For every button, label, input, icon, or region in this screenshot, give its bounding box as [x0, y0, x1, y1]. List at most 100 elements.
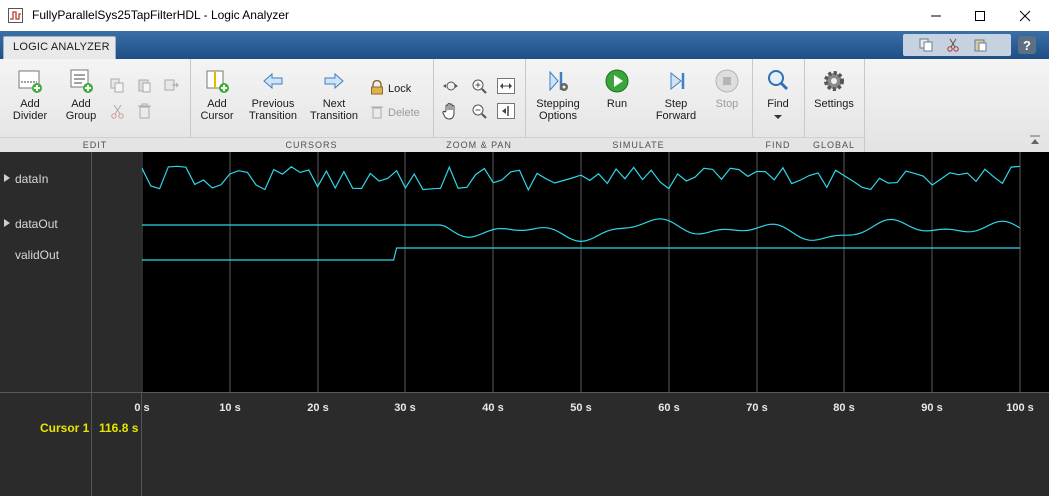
- stepping-options-label: Stepping Options: [536, 98, 580, 122]
- zoom-to-cursor-icon[interactable]: [497, 103, 515, 119]
- add-divider-button[interactable]: Add Divider: [6, 68, 54, 122]
- find-label: Find: [767, 98, 789, 110]
- zoom-extents-icon[interactable]: [442, 79, 459, 94]
- zoom-in-icon[interactable]: [471, 78, 487, 94]
- simulate-section: Stepping Options Run Step Forward Stop S…: [525, 59, 753, 152]
- settings-label: Settings: [814, 98, 854, 110]
- maximize-button[interactable]: [957, 0, 1003, 31]
- quick-access-toolbar: ?: [903, 34, 1037, 56]
- find-button[interactable]: Find: [756, 68, 800, 124]
- time-tick-label: 20 s: [307, 402, 329, 414]
- add-divider-icon: [18, 70, 42, 93]
- paste-icon[interactable]: [137, 78, 152, 93]
- stop-label: Stop: [715, 98, 739, 110]
- chevron-down-icon: [774, 115, 782, 119]
- edit-section-label: EDIT: [0, 137, 190, 152]
- minimize-icon: [931, 15, 941, 16]
- pan-hand-icon[interactable]: [442, 102, 458, 120]
- time-tick-label: 90 s: [921, 402, 943, 414]
- signal-row-dataout[interactable]: dataOut: [4, 217, 58, 231]
- cursor-1-label[interactable]: Cursor 1: [40, 421, 89, 435]
- run-label: Run: [606, 98, 628, 110]
- tab-label: LOGIC ANALYZER: [13, 41, 110, 53]
- find-section: Find FIND: [752, 59, 805, 152]
- edit-section: Add Divider Add Group EDIT: [0, 59, 191, 152]
- step-forward-icon: [670, 71, 685, 91]
- cursor-1-value: 116.8 s: [99, 421, 139, 435]
- waveform-panel: dataIn dataOut validOut Cursor 1 116.8 s…: [0, 152, 1049, 496]
- ribbon-tabstrip: LOGIC ANALYZER: [0, 31, 1049, 59]
- title-bar: FullyParallelSys25TapFilterHDL - Logic A…: [0, 0, 1049, 32]
- time-axis-panel: Cursor 1 116.8 s 0 s 10 s 20 s 30 s 40 s 50 s…: [0, 392, 1049, 496]
- simulate-section-label: SIMULATE: [525, 137, 752, 152]
- zoom-out-icon[interactable]: [471, 103, 487, 119]
- quick-access-background: [903, 34, 1011, 56]
- paste-icon[interactable]: [973, 38, 987, 52]
- step-forward-label: Step Forward: [655, 98, 697, 122]
- close-icon: [1019, 10, 1031, 21]
- previous-transition-button[interactable]: Previous Transition: [246, 68, 300, 122]
- trash-icon[interactable]: [137, 103, 152, 119]
- arrow-right-icon: [324, 72, 344, 90]
- duplicate-icon[interactable]: [164, 78, 181, 93]
- ribbon: Add Divider Add Group EDIT Add Cursor Pr…: [0, 59, 1049, 153]
- time-tick-label: 70 s: [746, 402, 768, 414]
- tab-logic-analyzer[interactable]: LOGIC ANALYZER: [3, 36, 116, 59]
- delete-label: Delete: [388, 107, 420, 119]
- time-tick-label: 80 s: [833, 402, 855, 414]
- next-transition-button[interactable]: Next Transition: [307, 68, 361, 122]
- zoom-pan-section-label: ZOOM & PAN: [433, 137, 525, 152]
- add-group-label: Add Group: [65, 98, 97, 122]
- step-forward-button[interactable]: Step Forward: [649, 68, 703, 122]
- global-section: Settings GLOBAL: [804, 59, 865, 152]
- close-button[interactable]: [1002, 0, 1048, 31]
- next-transition-label: Next Transition: [310, 98, 358, 122]
- gear-icon: [824, 71, 844, 91]
- cursors-section-label: CURSORS: [190, 137, 433, 152]
- time-tick-label: 30 s: [394, 402, 416, 414]
- stop-button[interactable]: Stop: [705, 68, 749, 110]
- minimize-button[interactable]: [913, 0, 959, 31]
- lock-button[interactable]: Lock: [370, 80, 430, 95]
- expand-arrow-icon[interactable]: [4, 219, 10, 227]
- signal-row-validout[interactable]: validOut: [15, 248, 59, 262]
- find-section-label: FIND: [752, 137, 804, 152]
- maximize-icon: [975, 10, 985, 21]
- add-cursor-label: Add Cursor: [200, 98, 234, 122]
- time-tick-label: 100 s: [1006, 402, 1034, 414]
- stepping-options-button[interactable]: Stepping Options: [530, 68, 586, 122]
- arrow-left-icon: [263, 72, 283, 90]
- logic-analyzer-app-icon: [8, 8, 23, 23]
- play-icon: [605, 69, 629, 93]
- previous-transition-label: Previous Transition: [249, 98, 297, 122]
- cut-icon[interactable]: [110, 104, 125, 119]
- add-cursor-icon: [206, 70, 229, 93]
- settings-button[interactable]: Settings: [809, 68, 859, 110]
- magnifier-icon: [768, 70, 789, 91]
- help-icon[interactable]: ?: [1017, 35, 1037, 55]
- stop-icon: [715, 69, 739, 93]
- signal-name-column: dataIn dataOut validOut: [0, 152, 92, 392]
- time-tick-label: 60 s: [658, 402, 680, 414]
- global-section-label: GLOBAL: [804, 137, 864, 152]
- add-group-icon: [70, 69, 93, 93]
- svg-text:?: ?: [1023, 38, 1031, 53]
- add-group-button[interactable]: Add Group: [57, 68, 105, 122]
- value-column: [92, 152, 141, 392]
- copy-icon[interactable]: [110, 78, 125, 93]
- collapse-ribbon-icon[interactable]: [1029, 135, 1041, 145]
- cut-icon[interactable]: [946, 38, 960, 52]
- zoom-pan-section: ZOOM & PAN: [433, 59, 526, 152]
- delete-button[interactable]: Delete: [370, 104, 430, 119]
- expand-arrow-icon[interactable]: [4, 174, 10, 182]
- time-tick-label: 0 s: [134, 402, 150, 414]
- add-cursor-button[interactable]: Add Cursor: [195, 68, 239, 122]
- run-button[interactable]: Run: [595, 68, 639, 110]
- signal-row-datain[interactable]: dataIn: [4, 172, 48, 186]
- time-tick-label: 50 s: [570, 402, 592, 414]
- fit-horizontal-icon[interactable]: [497, 78, 515, 94]
- add-divider-label: Add Divider: [12, 98, 48, 122]
- stepping-options-icon: [549, 70, 568, 92]
- copy-icon[interactable]: [919, 38, 933, 52]
- waveform-plot[interactable]: [141, 152, 1049, 392]
